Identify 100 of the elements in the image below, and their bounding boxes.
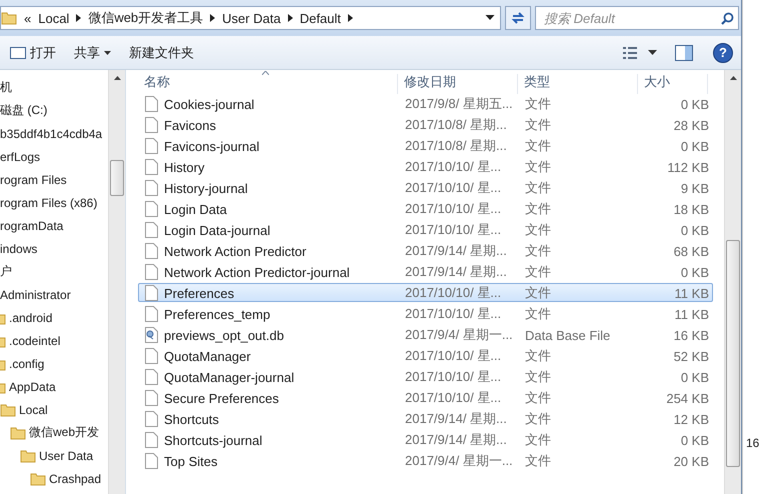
file-row[interactable]: Shortcuts-journal 2017/9/14/ 星期... 文件 0 KB [138, 430, 713, 449]
column-header[interactable]: 类型 [518, 74, 638, 94]
file-row[interactable]: Preferences 2017/10/10/ 星... 文件 11 KB [138, 283, 713, 302]
address-bar[interactable]: « Local 微信web开发者工具 User Data Default [0, 6, 501, 30]
nav-item[interactable]: .android [9, 310, 52, 324]
chevron-right-icon[interactable] [210, 14, 216, 22]
size-cell-text: 9 KB [680, 180, 709, 196]
date-cell-text: 2017/10/10/ 星... [404, 368, 502, 386]
nav-item[interactable]: indows [0, 242, 38, 256]
type-cell-text: 文件 [524, 137, 552, 155]
refresh-icon [510, 11, 526, 25]
file-row[interactable]: QuotaManager 2017/10/10/ 星... 文件 52 KB [138, 346, 713, 365]
date-cell-text: 2017/10/8/ 星期... [404, 137, 508, 155]
file-row[interactable]: Shortcuts 2017/9/14/ 星期... 文件 12 KB [138, 409, 713, 428]
file-row[interactable]: Network Action Predictor 2017/9/14/ 星期... 文件 68 KB [138, 241, 713, 260]
nav-item[interactable]: AppData [9, 380, 56, 394]
nav-item[interactable]: 户 [0, 263, 12, 280]
search-icon[interactable] [721, 12, 734, 24]
open-button[interactable]: 打开 [4, 40, 62, 64]
date-cell-text: 2017/10/10/ 星... [404, 389, 502, 407]
size-cell-text: 0 KB [680, 370, 709, 384]
breadcrumb[interactable]: Local [34, 10, 84, 26]
file-row[interactable]: previews_opt_out.db 2017/9/4/ 星期一... Data Base File 16 KB [138, 325, 713, 344]
date-cell-text: 2017/10/10/ 星... [404, 305, 502, 323]
chevron-right-icon[interactable] [76, 14, 82, 22]
file-row[interactable]: Secure Preferences 2017/10/10/ 星... 文件 254 KB [138, 388, 713, 407]
new-folder-button[interactable]: 新建文件夹 [123, 40, 200, 64]
type-cell-text: 文件 [524, 368, 552, 386]
file-icon [145, 222, 158, 238]
size-cell-text: 0 KB [680, 432, 709, 448]
size-cell-text: 18 KB [672, 202, 709, 216]
nav-item[interactable]: rogram Files (x86) [0, 196, 98, 210]
file-icon [145, 159, 158, 175]
nav-item[interactable]: rogramData [0, 218, 64, 232]
nav-item[interactable]: Crashpad [49, 472, 102, 486]
column-header[interactable]: 名称 [138, 74, 398, 94]
nav-item[interactable]: erfLogs [0, 150, 40, 164]
size-cell-text: 11 KB [674, 306, 709, 322]
nav-item[interactable]: Administrator [0, 288, 71, 302]
breadcrumb[interactable]: « [20, 10, 34, 26]
file-name: previews_opt_out.db [164, 328, 284, 342]
scrollbar[interactable] [108, 70, 125, 494]
nav-item[interactable]: User Data [39, 448, 94, 462]
file-name: Shortcuts-journal [164, 432, 262, 448]
file-row[interactable]: History 2017/10/10/ 星... 文件 112 KB [138, 157, 713, 176]
folder-icon [20, 448, 36, 462]
file-row[interactable]: Network Action Predictor-journal 2017/9/14/ 星期... 文件 0 KB [138, 262, 713, 281]
breadcrumb[interactable]: User Data [218, 10, 296, 26]
scrollbar[interactable] [724, 70, 741, 494]
scroll-thumb[interactable] [726, 240, 740, 467]
date-cell-text: 2017/10/8/ 星期... [404, 116, 508, 134]
help-button[interactable]: ? [713, 42, 733, 62]
nav-item[interactable]: .config [9, 356, 44, 370]
share-button[interactable]: 共享 [68, 40, 117, 64]
nav-item[interactable]: rogram Files [0, 172, 67, 186]
scroll-thumb[interactable] [110, 160, 124, 196]
size-cell-text: 0 KB [680, 138, 709, 154]
chevron-right-icon[interactable] [348, 14, 353, 22]
chevron-right-icon[interactable] [288, 14, 293, 22]
file-name: Favicons [164, 118, 216, 132]
file-row[interactable]: Preferences_temp 2017/10/10/ 星... 文件 11 KB [138, 304, 713, 323]
nav-item[interactable]: Local [19, 402, 48, 416]
file-icon [145, 243, 158, 259]
nav-item[interactable]: 机 [0, 79, 12, 96]
file-icon [145, 285, 158, 301]
search-box[interactable]: 搜索 Default [535, 6, 739, 30]
nav-item[interactable]: 微信web开发 [29, 424, 100, 441]
file-row[interactable]: Favicons-journal 2017/10/8/ 星期... 文件 0 KB [138, 136, 713, 155]
breadcrumb[interactable]: Default [296, 10, 356, 26]
file-icon [145, 411, 158, 427]
type-cell-text: 文件 [524, 431, 552, 449]
up-arrow-icon[interactable] [114, 76, 120, 80]
file-row[interactable]: Top Sites 2017/9/4/ 星期一... 文件 20 KB [138, 451, 713, 470]
file-row[interactable]: History-journal 2017/10/10/ 星... 文件 9 KB [138, 178, 713, 197]
file-row[interactable]: Login Data-journal 2017/10/10/ 星... 文件 0 KB [138, 220, 713, 239]
nav-item[interactable]: b35ddf4b1c4cdb4a [0, 126, 102, 140]
file-row[interactable]: Cookies-journal 2017/9/8/ 星期五... 文件 0 KB [138, 94, 713, 113]
type-cell-text: 文件 [524, 305, 552, 323]
nav-item[interactable]: 磁盘 (C:) [0, 102, 48, 119]
file-name: Secure Preferences [164, 390, 279, 406]
file-row[interactable]: Login Data 2017/10/10/ 星... 文件 18 KB [138, 199, 713, 218]
type-cell-text: 文件 [524, 347, 552, 365]
view-list-icon[interactable] [622, 46, 638, 60]
date-cell-text: 2017/10/10/ 星... [404, 200, 502, 218]
file-row[interactable]: Favicons 2017/10/8/ 星期... 文件 28 KB [138, 115, 713, 134]
up-arrow-icon[interactable] [730, 76, 736, 80]
file-row[interactable]: QuotaManager-journal 2017/10/10/ 星... 文件 0 KB [138, 367, 713, 386]
preview-pane-icon[interactable] [675, 44, 693, 60]
search-field[interactable]: 搜索 Default [542, 10, 721, 26]
nav-item[interactable]: .codeintel [9, 334, 60, 348]
column-header[interactable]: 大小 [638, 74, 708, 94]
date-cell-text: 2017/10/10/ 星... [404, 158, 502, 176]
date-cell-text: 2017/9/4/ 星期一... [404, 452, 514, 470]
breadcrumb[interactable]: 微信web开发者工具 [84, 9, 218, 27]
date-cell-text: 2017/9/14/ 星期... [404, 410, 508, 428]
column-header[interactable]: 修改日期 [398, 74, 518, 94]
type-cell-text: 文件 [524, 389, 552, 407]
file-name: QuotaManager [164, 348, 251, 364]
dropdown-arrow-icon[interactable] [648, 50, 657, 56]
refresh-button[interactable] [505, 6, 531, 30]
